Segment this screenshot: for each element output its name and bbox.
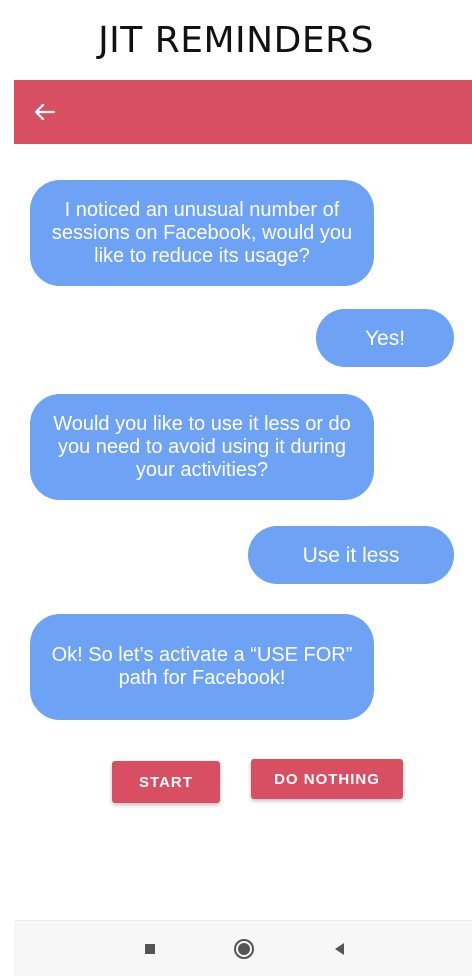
home-button[interactable] <box>230 935 258 963</box>
do-nothing-button[interactable]: DO NOTHING <box>251 759 403 799</box>
bot-message-bubble: I noticed an unusual number of sessions … <box>30 180 374 286</box>
phone-screen: I noticed an unusual number of sessions … <box>14 80 472 976</box>
system-nav-bar <box>14 920 472 976</box>
bot-message-bubble: Would you like to use it less or do you … <box>30 394 374 500</box>
home-circle-icon <box>234 939 254 959</box>
app-bar <box>14 80 472 144</box>
user-message-bubble: Use it less <box>248 526 454 584</box>
start-button[interactable]: START <box>112 761 220 803</box>
user-message-bubble: Yes! <box>316 309 454 367</box>
arrow-left-icon <box>34 103 56 121</box>
bot-message-bubble: Ok! So let’s activate a “USE FOR” path f… <box>30 614 374 720</box>
back-button[interactable] <box>28 96 60 128</box>
page-title: JIT REMINDERS <box>98 20 374 61</box>
system-back-button[interactable] <box>326 935 354 963</box>
page: JIT REMINDERS I noticed an unusual numbe… <box>0 0 472 976</box>
chat-area: I noticed an unusual number of sessions … <box>14 144 472 920</box>
back-triangle-icon <box>335 943 344 955</box>
recents-square-icon <box>145 944 155 954</box>
recents-button[interactable] <box>136 935 164 963</box>
